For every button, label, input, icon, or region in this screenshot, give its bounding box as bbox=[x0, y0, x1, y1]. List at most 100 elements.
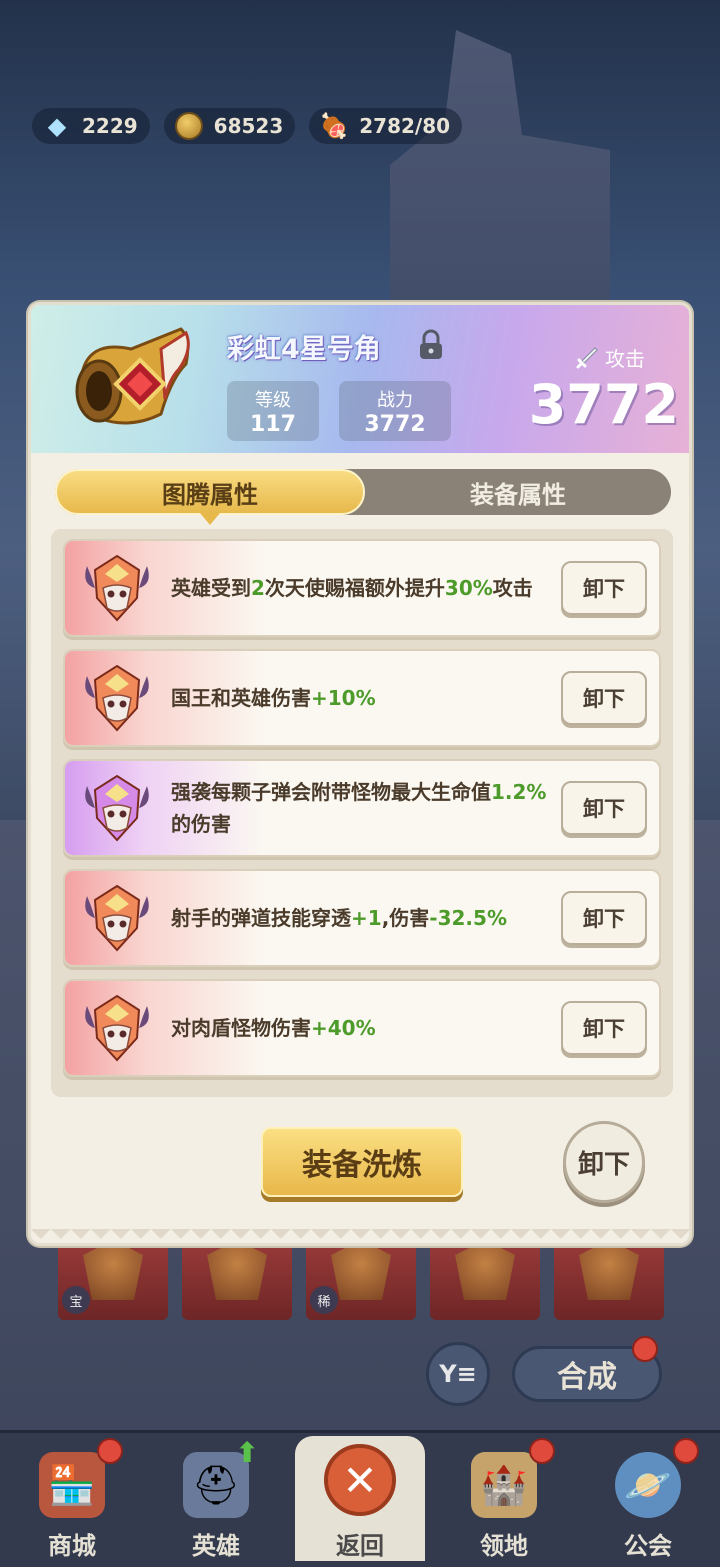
modal-bottom-border bbox=[31, 1229, 689, 1243]
nav-label: 返回 bbox=[336, 1532, 384, 1560]
effect-value: +10% bbox=[311, 686, 376, 710]
equipment-detail-modal: 彩虹4星号角 等级 117 战力 3772 攻击 3772 图腾属性 装备属性 bbox=[28, 302, 692, 1246]
unequip-button[interactable]: 卸下 bbox=[561, 561, 647, 615]
inventory-slot[interactable]: 宝 bbox=[58, 1240, 168, 1320]
stamina-value: 2782/80 bbox=[359, 114, 451, 138]
power-value: 3772 bbox=[364, 411, 426, 437]
attack-value: 3772 bbox=[528, 373, 679, 436]
totem-list: 英雄受到2次天使赐福额外提升30%攻击 卸下 国王和英雄伤害+10% 卸下 强袭每颗… bbox=[51, 529, 673, 1097]
nav-label: 商城 bbox=[48, 1532, 96, 1560]
resource-bar: ◆ 2229 68523 🍖 2782/80 bbox=[32, 108, 463, 144]
effect-value: 30% bbox=[444, 576, 493, 600]
inventory-slot[interactable] bbox=[554, 1240, 664, 1320]
lock-icon[interactable] bbox=[417, 329, 445, 361]
effect-text: 的伤害 bbox=[171, 812, 231, 836]
nav-label: 公会 bbox=[624, 1532, 672, 1560]
slot-tag: 宝 bbox=[62, 1286, 90, 1314]
merge-label: 合成 bbox=[557, 1360, 617, 1395]
effect-value: -32.5% bbox=[429, 906, 507, 930]
totem-skull-icon[interactable] bbox=[77, 548, 157, 628]
refine-label: 装备洗炼 bbox=[302, 1148, 422, 1183]
slot-tag: 稀 bbox=[310, 1286, 338, 1314]
notification-dot bbox=[529, 1438, 555, 1464]
tab-totem-attributes[interactable]: 图腾属性 bbox=[55, 469, 365, 515]
sword-icon bbox=[576, 346, 598, 368]
totem-skull-icon[interactable] bbox=[77, 988, 157, 1068]
totem-effect-text: 英雄受到2次天使赐福额外提升30%攻击 bbox=[171, 572, 551, 604]
unequip-label: 卸下 bbox=[577, 1149, 630, 1180]
totem-row: 英雄受到2次天使赐福额外提升30%攻击 卸下 bbox=[63, 539, 661, 637]
totem-row: 对肉盾怪物伤害+40% 卸下 bbox=[63, 979, 661, 1077]
effect-text: 国王和英雄伤害 bbox=[171, 686, 311, 710]
filter-icon: Y≡ bbox=[439, 1360, 477, 1388]
effect-value: +1 bbox=[351, 906, 382, 930]
coin-icon bbox=[172, 112, 206, 140]
notification-dot bbox=[97, 1438, 123, 1464]
totem-skull-icon[interactable] bbox=[77, 768, 157, 848]
unequip-button[interactable]: 卸下 bbox=[561, 781, 647, 835]
close-icon: ✕ bbox=[324, 1444, 396, 1516]
effect-text: 英雄受到 bbox=[171, 576, 251, 600]
power-stat: 战力 3772 bbox=[339, 381, 451, 441]
inventory-slot[interactable] bbox=[182, 1240, 292, 1320]
refine-button[interactable]: 装备洗炼 bbox=[261, 1127, 463, 1197]
upgrade-arrow-icon: ⬆ bbox=[235, 1436, 259, 1469]
coin-counter[interactable]: 68523 bbox=[163, 108, 296, 144]
unequip-all-button[interactable]: 卸下 bbox=[563, 1121, 645, 1203]
effect-text: 强袭每颗子弹会附带怪物最大生命值 bbox=[171, 780, 491, 804]
tab-equipment-attributes[interactable]: 装备属性 bbox=[365, 469, 671, 515]
diamond-icon: ◆ bbox=[47, 112, 67, 140]
shop-icon: 🏪 bbox=[39, 1452, 105, 1518]
effect-text: 攻击 bbox=[492, 576, 533, 600]
totem-effect-text: 对肉盾怪物伤害+40% bbox=[171, 1012, 551, 1044]
meat-icon: 🍖 bbox=[319, 112, 350, 140]
unequip-button[interactable]: 卸下 bbox=[561, 1001, 647, 1055]
nav-shop[interactable]: 🏪 商城 bbox=[7, 1436, 137, 1561]
attribute-tabs: 图腾属性 装备属性 bbox=[55, 469, 671, 515]
nav-label: 领地 bbox=[480, 1532, 528, 1560]
effect-text: 次天使赐福额外提升 bbox=[264, 576, 445, 600]
totem-row: 射手的弹道技能穿透+1,伤害-32.5% 卸下 bbox=[63, 869, 661, 967]
inventory-slot[interactable] bbox=[430, 1240, 540, 1320]
notification-dot bbox=[673, 1438, 699, 1464]
nav-label: 英雄 bbox=[192, 1532, 240, 1560]
totem-effect-text: 国王和英雄伤害+10% bbox=[171, 682, 551, 714]
planet-icon: 🪐 bbox=[615, 1452, 681, 1518]
stamina-counter[interactable]: 🍖 2782/80 bbox=[309, 108, 463, 144]
attack-label: 攻击 bbox=[605, 347, 645, 371]
coin-value: 68523 bbox=[213, 114, 284, 138]
filter-button[interactable]: Y≡ bbox=[426, 1342, 490, 1406]
inventory-slot[interactable]: 稀 bbox=[306, 1240, 416, 1320]
gem-counter[interactable]: ◆ 2229 bbox=[32, 108, 150, 144]
nav-guild[interactable]: 🪐 公会 bbox=[583, 1436, 713, 1561]
totem-skull-icon[interactable] bbox=[77, 658, 157, 738]
totem-effect-text: 强袭每颗子弹会附带怪物最大生命值1.2% 的伤害 bbox=[171, 776, 551, 840]
effect-text: 射手的弹道技能穿透 bbox=[171, 906, 351, 930]
unequip-button[interactable]: 卸下 bbox=[561, 671, 647, 725]
nav-territory[interactable]: 🏰 领地 bbox=[439, 1436, 569, 1561]
bottom-nav: 🏪 商城 ⬆ ⛑ 英雄 ✕ 返回 🏰 领地 🪐 公会 bbox=[0, 1430, 720, 1567]
totem-skull-icon[interactable] bbox=[77, 878, 157, 958]
nav-heroes[interactable]: ⬆ ⛑ 英雄 bbox=[151, 1436, 281, 1561]
item-name: 彩虹4星号角 bbox=[227, 334, 381, 365]
inventory-row: 宝 稀 bbox=[58, 1240, 664, 1320]
power-label: 战力 bbox=[377, 389, 413, 411]
attack-label-group: 攻击 bbox=[575, 343, 645, 372]
level-label: 等级 bbox=[255, 389, 291, 411]
horn-icon bbox=[75, 327, 190, 425]
effect-text: ,伤害 bbox=[381, 906, 430, 930]
effect-value: 1.2% bbox=[491, 780, 547, 804]
totem-row: 国王和英雄伤害+10% 卸下 bbox=[63, 649, 661, 747]
effect-value: 2 bbox=[251, 576, 265, 600]
unequip-button[interactable]: 卸下 bbox=[561, 891, 647, 945]
gem-value: 2229 bbox=[82, 114, 138, 138]
level-value: 117 bbox=[250, 411, 296, 437]
castle-icon: 🏰 bbox=[471, 1452, 537, 1518]
totem-effect-text: 射手的弹道技能穿透+1,伤害-32.5% bbox=[171, 902, 551, 934]
nav-back[interactable]: ✕ 返回 bbox=[295, 1436, 425, 1561]
effect-text: 对肉盾怪物伤害 bbox=[171, 1016, 311, 1040]
notification-dot bbox=[632, 1336, 658, 1362]
level-stat: 等级 117 bbox=[227, 381, 319, 441]
effect-value: +40% bbox=[311, 1016, 376, 1040]
modal-header: 彩虹4星号角 等级 117 战力 3772 攻击 3772 bbox=[31, 305, 689, 453]
